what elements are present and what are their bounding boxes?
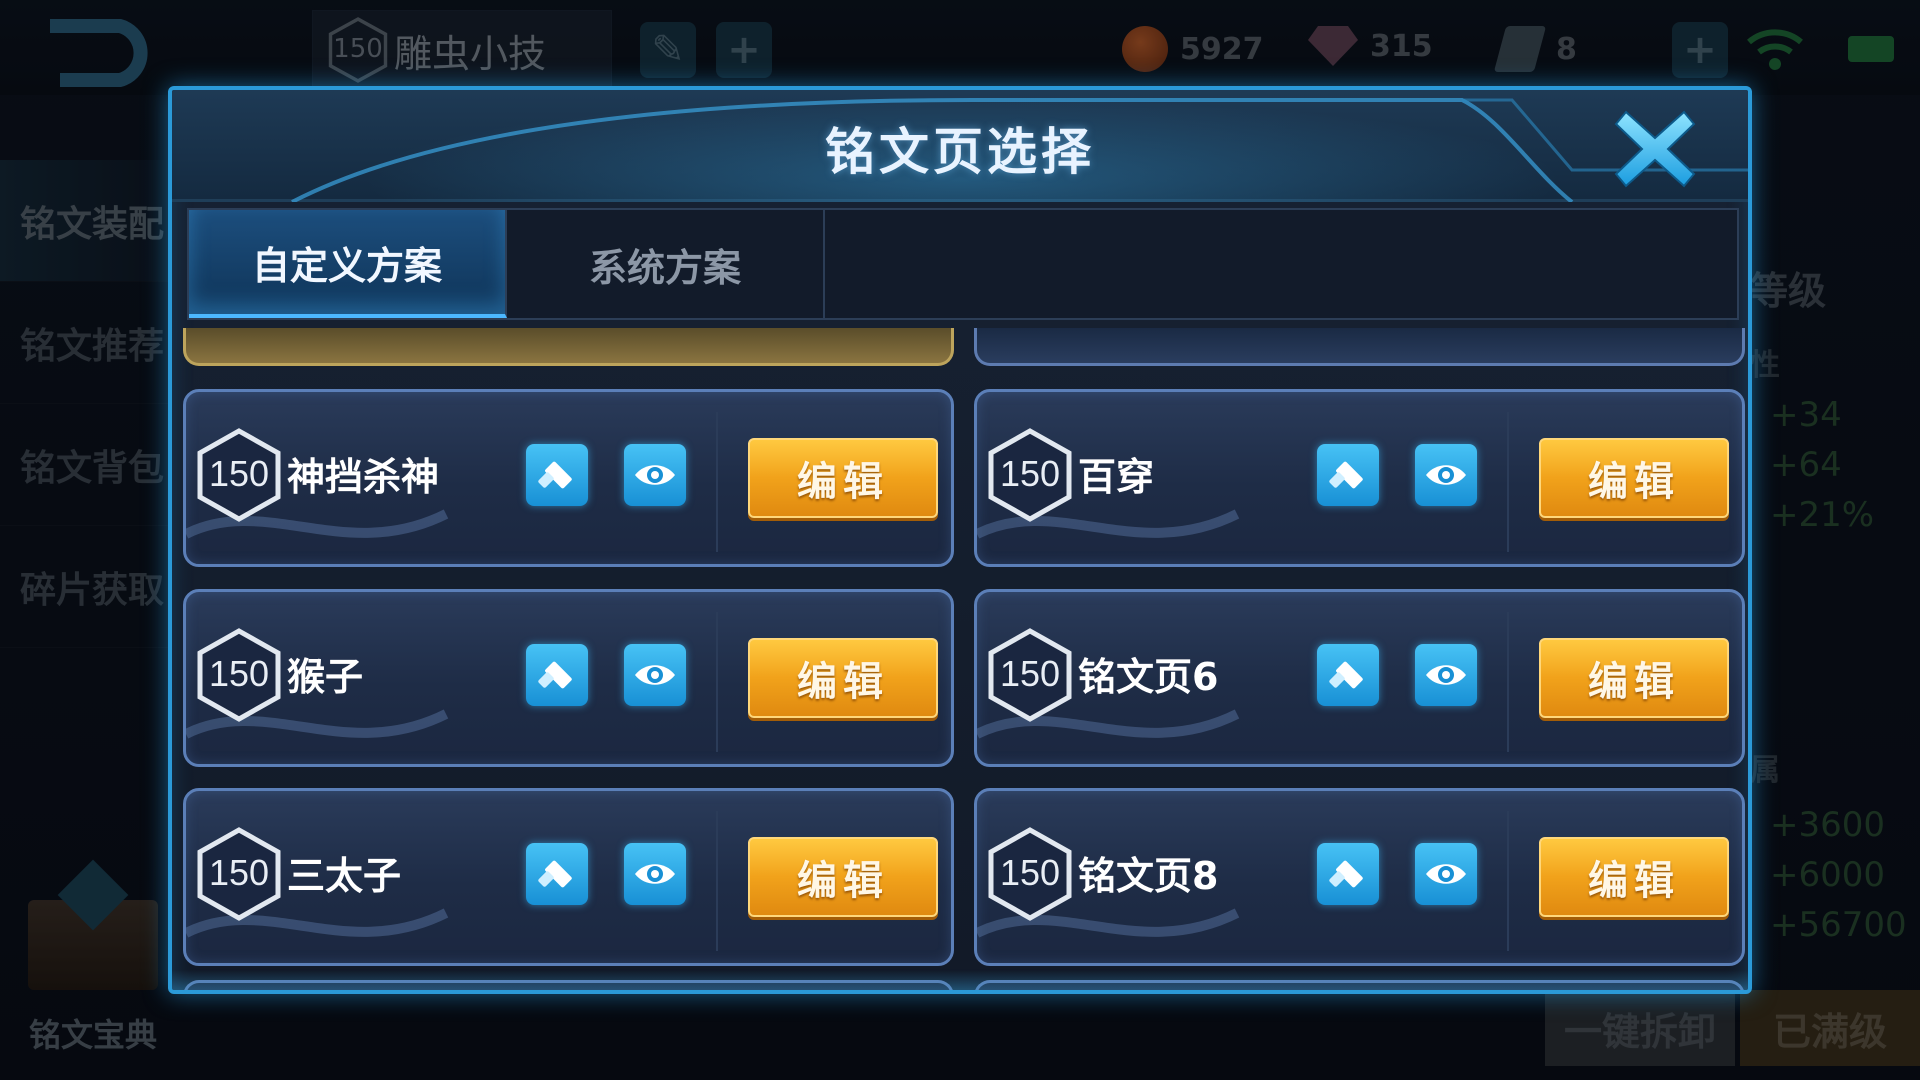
rename-eraser-icon[interactable] [526,444,588,506]
eye-icon[interactable] [624,644,686,706]
page-level: 150 [999,653,1061,694]
rename-eraser-icon[interactable] [1317,644,1379,706]
level-hex-icon: 150 [196,427,282,523]
edit-button[interactable]: 编辑 [1539,837,1729,917]
list-item[interactable] [183,328,954,366]
dialog-header: 铭文页选择 [172,90,1748,202]
tab-bar: 自定义方案 系统方案 [187,208,1739,320]
page-name: 神挡杀神 [287,455,440,499]
page-level: 150 [999,852,1061,893]
rune-page-select-dialog: 铭文页选择 自定义方案 系统方案 150 神挡杀神 编辑 150 百穿 编辑 1… [168,86,1752,994]
eye-icon[interactable] [1415,843,1477,905]
rename-eraser-icon[interactable] [526,644,588,706]
rune-page-card[interactable]: 150 神挡杀神 编辑 [183,389,954,567]
rune-page-card[interactable]: 150 铭文页8 编辑 [974,788,1745,966]
level-hex-icon: 150 [196,826,282,922]
level-hex-icon: 150 [987,627,1073,723]
eye-icon[interactable] [1415,644,1477,706]
edit-button[interactable]: 编辑 [748,438,938,518]
rename-eraser-icon[interactable] [1317,843,1379,905]
rename-eraser-icon[interactable] [526,843,588,905]
page-level: 150 [208,852,270,893]
page-name: 铭文页8 [1078,854,1219,898]
page-name: 铭文页6 [1078,655,1219,699]
edit-button[interactable]: 编辑 [1539,638,1729,718]
rename-eraser-icon[interactable] [1317,444,1379,506]
list-item[interactable] [974,328,1745,366]
rune-page-list[interactable]: 150 神挡杀神 编辑 150 百穿 编辑 150 猴子 编辑 150 铭文页6… [183,328,1745,990]
tab-system[interactable]: 系统方案 [507,210,825,318]
edit-button[interactable]: 编辑 [748,837,938,917]
page-name: 猴子 [287,655,364,699]
page-name: 三太子 [287,854,402,898]
rune-page-card[interactable]: 150 三太子 编辑 [183,788,954,966]
page-level: 150 [999,453,1061,494]
edit-button[interactable]: 编辑 [748,638,938,718]
rune-page-card[interactable]: 150 铭文页6 编辑 [974,589,1745,767]
eye-icon[interactable] [624,843,686,905]
tab-custom[interactable]: 自定义方案 [189,210,507,318]
page-level: 150 [208,453,270,494]
level-hex-icon: 150 [987,826,1073,922]
eye-icon[interactable] [1415,444,1477,506]
dialog-title: 铭文页选择 [825,123,1095,181]
level-hex-icon: 150 [196,627,282,723]
eye-icon[interactable] [624,444,686,506]
rune-page-card[interactable]: 150 猴子 编辑 [183,589,954,767]
rune-page-card[interactable]: 150 百穿 编辑 [974,389,1745,567]
page-name: 百穿 [1078,455,1155,499]
page-level: 150 [208,653,270,694]
level-hex-icon: 150 [987,427,1073,523]
close-icon[interactable] [1612,106,1698,192]
edit-button[interactable]: 编辑 [1539,438,1729,518]
